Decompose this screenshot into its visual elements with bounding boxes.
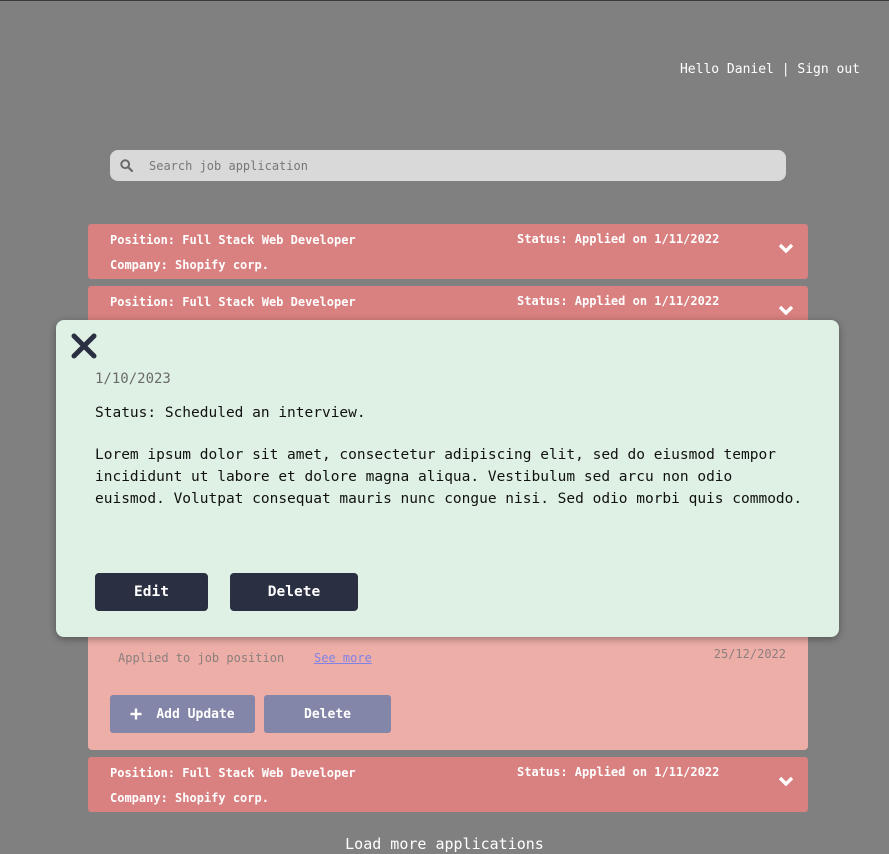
delete-application-button[interactable]: Delete: [264, 695, 391, 733]
add-update-label: Add Update: [156, 706, 235, 722]
application-position: Position: Full Stack Web Developer: [110, 295, 356, 309]
add-update-button[interactable]: Add Update: [110, 695, 255, 733]
update-date: 1/10/2023: [95, 371, 171, 387]
application-card[interactable]: Position: Full Stack Web Developer Compa…: [88, 757, 808, 812]
application-status: Status: Applied on 1/11/2022: [517, 765, 720, 779]
see-more-link[interactable]: See more: [314, 651, 372, 665]
delete-label: Delete: [304, 706, 351, 722]
update-status: Status: Scheduled an interview.: [95, 405, 366, 421]
edit-label: Edit: [134, 584, 169, 600]
chevron-down-icon[interactable]: [778, 243, 794, 255]
edit-button[interactable]: Edit: [95, 573, 208, 611]
load-more-button[interactable]: Load more applications: [0, 835, 889, 853]
application-company: Company: Shopify corp.: [110, 258, 269, 272]
application-status: Status: Applied on 1/11/2022: [517, 294, 720, 308]
update-text: Applied to job position: [118, 651, 285, 665]
application-position: Position: Full Stack Web Developer: [110, 233, 356, 247]
update-detail-modal: 1/10/2023 Status: Scheduled an interview…: [56, 320, 839, 637]
header-separator: |: [781, 62, 790, 77]
greeting: Hello Daniel: [679, 62, 774, 77]
plus-icon: [130, 708, 142, 720]
update-date: 25/12/2022: [713, 647, 786, 661]
search-bar[interactable]: [110, 150, 786, 181]
search-input[interactable]: [147, 157, 751, 174]
search-icon: [120, 159, 133, 172]
application-position: Position: Full Stack Web Developer: [110, 766, 356, 780]
application-status: Status: Applied on 1/11/2022: [517, 232, 720, 246]
application-company: Company: Shopify corp.: [110, 791, 269, 805]
update-description: Lorem ipsum dolor sit amet, consectetur …: [95, 447, 803, 507]
chevron-down-icon[interactable]: [778, 305, 794, 317]
chevron-down-icon[interactable]: [778, 776, 794, 788]
user-header: Hello Daniel | Sign out: [680, 62, 860, 77]
delete-label: Delete: [267, 584, 321, 600]
application-details: Applied to job position See more 25/12/2…: [88, 621, 808, 750]
delete-update-button[interactable]: Delete: [230, 573, 358, 611]
application-card[interactable]: Position: Full Stack Web Developer Compa…: [88, 224, 808, 279]
close-icon[interactable]: [71, 333, 97, 359]
sign-out-link[interactable]: Sign out: [797, 62, 860, 77]
